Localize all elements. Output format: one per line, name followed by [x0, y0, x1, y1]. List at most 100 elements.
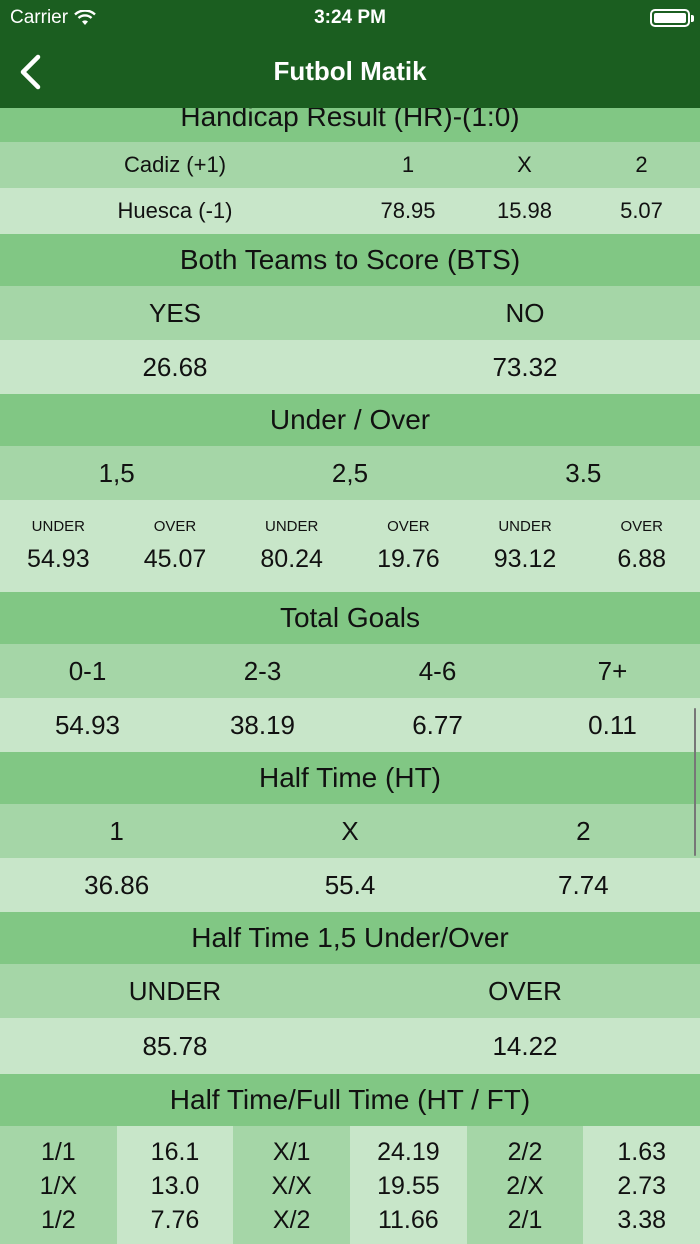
- half-time-label-2: 2: [576, 815, 591, 846]
- htft-label: X/X: [271, 1172, 312, 1200]
- htft-label: X/1: [272, 1138, 311, 1166]
- total-goals-label-4-6: 4-6: [418, 655, 457, 686]
- htft-value: 1.63: [617, 1138, 667, 1166]
- htft-col-home-values: 16.1 13.0 7.76: [116, 1126, 234, 1244]
- bts-value-row: 26.68 73.32: [0, 340, 700, 394]
- total-goals-label-row: 0-1 2-3 4-6 7+: [0, 644, 700, 698]
- handicap-value-row: Huesca (-1) 78.95 15.98 5.07: [0, 188, 700, 234]
- under-label: UNDER: [31, 518, 85, 535]
- handicap-label-1: 1: [401, 152, 415, 177]
- bts-value-yes: 26.68: [142, 351, 208, 382]
- htft-value: 13.0: [150, 1172, 200, 1200]
- htft-title: Half Time/Full Time (HT / FT): [169, 1084, 531, 1115]
- htft-value: 7.76: [150, 1206, 200, 1234]
- under-value-1-5: UNDER 54.93: [0, 518, 117, 574]
- half-time-title: Half Time (HT): [259, 762, 441, 793]
- status-time: 3:24 PM: [314, 7, 386, 28]
- htft-label: X/2: [272, 1206, 311, 1234]
- ht-under-over-title: Half Time 1,5 Under/Over: [191, 922, 509, 953]
- htft-label: 2/X: [506, 1172, 544, 1200]
- htft-label: 1/X: [39, 1172, 78, 1200]
- htft-col-draw-values: 24.19 19.55 11.66: [350, 1126, 467, 1244]
- total-goals-label-0-1: 0-1: [68, 655, 107, 686]
- total-goals-value-2-3: 38.19: [229, 709, 296, 740]
- over-value-2-5: OVER 19.76: [350, 518, 467, 574]
- over-value-3-5: OVER 6.88: [583, 518, 700, 574]
- htft-col-away-values: 1.63 2.73 3.38: [583, 1126, 700, 1244]
- handicap-label-row: Cadiz (+1) 1 X 2: [0, 142, 700, 188]
- bts-label-yes: YES: [148, 297, 202, 328]
- half-time-header: Half Time (HT): [0, 752, 700, 804]
- status-bar: Carrier 3:24 PM: [0, 0, 700, 36]
- under-number: 54.93: [27, 545, 90, 573]
- over-label: OVER: [620, 518, 663, 535]
- odds-list[interactable]: Handicap Result (HR)-(1:0) Cadiz (+1) 1 …: [0, 108, 700, 1244]
- total-goals-value-7-plus: 0.11: [588, 709, 637, 740]
- over-number: 45.07: [143, 545, 207, 573]
- half-time-label-1: 1: [109, 815, 124, 846]
- htft-value: 3.38: [617, 1206, 667, 1234]
- total-goals-label-7-plus: 7+: [597, 655, 628, 686]
- ht-under-over-value-row: 85.78 14.22: [0, 1018, 700, 1074]
- scrollbar[interactable]: [694, 708, 696, 856]
- handicap-label-2: 2: [635, 152, 648, 177]
- battery-icon: [650, 9, 694, 27]
- bts-title: Both Teams to Score (BTS): [179, 244, 521, 275]
- handicap-header: Handicap Result (HR)-(1:0): [0, 108, 700, 142]
- handicap-title: Handicap Result (HR)-(1:0): [180, 108, 520, 132]
- htft-col-away-labels: 2/2 2/X 2/1: [466, 1126, 584, 1244]
- handicap-label-x: X: [517, 152, 532, 177]
- htft-col-draw-labels: X/1 X/X X/2: [233, 1126, 351, 1244]
- half-time-label-row: 1 X 2: [0, 804, 700, 858]
- htft-label: 2/1: [507, 1206, 543, 1234]
- under-over-value-row: UNDER 54.93 OVER 45.07 UNDER 80.24 OVER …: [0, 500, 700, 592]
- under-over-line-2-5: 2,5: [331, 457, 369, 488]
- over-number: 6.88: [617, 545, 667, 573]
- under-label: UNDER: [265, 518, 319, 535]
- under-over-line-3-5: 3.5: [565, 457, 602, 488]
- half-time-value-x: 55.4: [324, 869, 376, 900]
- under-number: 80.24: [260, 545, 323, 573]
- total-goals-value-0-1: 54.93: [54, 709, 121, 740]
- total-goals-title: Total Goals: [279, 602, 421, 633]
- bts-value-no: 73.32: [492, 351, 558, 382]
- htft-label: 2/2: [507, 1138, 543, 1166]
- half-time-value-2: 7.74: [558, 869, 609, 900]
- htft-header: Half Time/Full Time (HT / FT): [0, 1074, 700, 1126]
- handicap-home-team: Cadiz (+1): [123, 152, 227, 177]
- handicap-value-1: 78.95: [380, 198, 436, 223]
- under-over-line-1-5: 1,5: [98, 457, 135, 488]
- under-over-header: Under / Over: [0, 394, 700, 446]
- under-over-line-row: 1,5 2,5 3.5: [0, 446, 700, 500]
- bts-label-no: NO: [505, 297, 545, 328]
- page-title: Futbol Matik: [273, 56, 427, 86]
- over-label: OVER: [387, 518, 430, 535]
- htft-label: 1/2: [40, 1206, 76, 1234]
- htft-grid: 1/1 1/X 1/2 16.1 13.0 7.76 X/1 X/X X/2 2…: [0, 1126, 700, 1244]
- handicap-away-team: Huesca (-1): [117, 198, 233, 223]
- ht-over-label: OVER: [488, 975, 562, 1006]
- over-label: OVER: [153, 518, 197, 535]
- ht-under-over-header: Half Time 1,5 Under/Over: [0, 912, 700, 964]
- bts-header: Both Teams to Score (BTS): [0, 234, 700, 286]
- under-over-title: Under / Over: [269, 404, 431, 435]
- ht-under-value: 85.78: [142, 1030, 208, 1061]
- total-goals-value-4-6: 6.77: [412, 709, 463, 740]
- under-value-3-5: UNDER 93.12: [467, 518, 584, 574]
- total-goals-value-row: 54.93 38.19 6.77 0.11: [0, 698, 700, 752]
- handicap-value-2: 5.07: [620, 198, 663, 223]
- half-time-label-x: X: [341, 815, 359, 846]
- bts-label-row: YES NO: [0, 286, 700, 340]
- under-value-2-5: UNDER 80.24: [233, 518, 350, 574]
- under-number: 93.12: [493, 545, 557, 573]
- htft-value: 24.19: [377, 1138, 440, 1166]
- htft-value: 19.55: [377, 1172, 440, 1200]
- ht-under-label: UNDER: [128, 975, 222, 1006]
- total-goals-header: Total Goals: [0, 592, 700, 644]
- over-value-1-5: OVER 45.07: [117, 518, 234, 574]
- htft-label: 1/1: [40, 1138, 76, 1166]
- htft-value: 11.66: [377, 1206, 439, 1234]
- total-goals-label-2-3: 2-3: [243, 655, 282, 686]
- under-label: UNDER: [498, 518, 552, 535]
- half-time-value-row: 36.86 55.4 7.74: [0, 858, 700, 912]
